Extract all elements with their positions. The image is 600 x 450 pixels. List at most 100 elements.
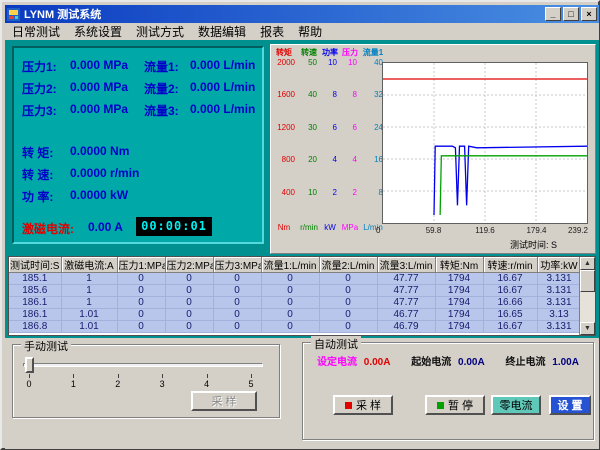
table-cell: 0 (165, 297, 213, 309)
window-title: LYNM 测试系统 (24, 6, 101, 22)
excitation-current-label: 激磁电流: (22, 220, 74, 237)
table-cell: 0 (117, 297, 165, 309)
chart-axis-gutter: 转矩200016001200800400Nm转速5040302010r/min功… (270, 46, 382, 246)
table-row[interactable]: 186.110000047.77179416.663.131 (9, 297, 581, 309)
title-bar[interactable]: LYNM 测试系统 _ □ × (5, 5, 599, 23)
manual-sample-button[interactable]: 采 样 (191, 391, 257, 411)
table-cell: 16.65 (483, 309, 537, 321)
data-table: 测试时间:S激磁电流:A压力1:MPa压力2:MPa压力3:MPa流量1:L/m… (8, 256, 596, 336)
torque-label: 转 矩: (22, 144, 53, 161)
flow3-label: 流量3: (144, 102, 179, 119)
start-current-value: 0.00A (458, 357, 485, 368)
table-cell: 185.6 (9, 285, 61, 297)
readout-row: 激磁电流: 0.00 A 00:00:01 (14, 220, 262, 236)
pressure3-label: 压力3: (22, 102, 57, 119)
table-row[interactable]: 185.110000047.77179416.673.131 (9, 273, 581, 285)
scroll-down-button[interactable]: ▼ (580, 322, 595, 335)
grid-header-cell[interactable]: 转速:r/min (483, 257, 537, 273)
grid-header-cell[interactable]: 流量3:L/min (377, 257, 435, 273)
table-cell: 0 (165, 321, 213, 333)
app-icon (7, 8, 20, 21)
table-scrollbar[interactable]: ▲ ▼ (579, 257, 595, 335)
auto-test-title: 自动测试 (311, 336, 361, 352)
table-cell: 16.67 (483, 285, 537, 297)
close-button[interactable]: × (581, 7, 597, 21)
elapsed-timer: 00:00:01 (136, 217, 212, 236)
app-window: LYNM 测试系统 _ □ × 日常测试系统设置测试方式数据编辑报表帮助 压力1… (0, 0, 600, 450)
axis-tick-label: 4 (340, 155, 357, 164)
set-current-value: 0.00A (364, 357, 391, 368)
flow2-value: 0.000 L/min (190, 80, 255, 94)
table-cell: 3.131 (537, 285, 581, 297)
speed-label: 转 速: (22, 166, 53, 183)
axis-name: 转速 (298, 47, 320, 58)
x-tick-label: 239.2 (568, 226, 588, 235)
slider-thumb[interactable] (25, 357, 34, 373)
table-cell: 16.66 (483, 297, 537, 309)
x-axis-title: 测试时间: S (510, 238, 557, 251)
pressure3-value: 0.000 MPa (70, 102, 128, 116)
menu-item[interactable]: 系统设置 (67, 23, 129, 40)
table-row[interactable]: 185.610000047.77179416.673.131 (9, 285, 581, 297)
grid-header-cell[interactable]: 功率:kW (537, 257, 581, 273)
table-row[interactable]: 186.11.010000046.77179416.653.13 (9, 309, 581, 321)
pressure2-value: 0.000 MPa (70, 80, 128, 94)
menu-item[interactable]: 日常测试 (5, 23, 67, 40)
excitation-current-value: 0.00 A (88, 220, 123, 234)
slider-tick (162, 374, 163, 378)
red-indicator (345, 402, 352, 409)
menu-item[interactable]: 数据编辑 (191, 23, 253, 40)
grid-header-cell[interactable]: 测试时间:S (9, 257, 61, 273)
manual-test-title: 手动测试 (21, 338, 71, 354)
current-settings: 设定电流 0.00A 起始电流 0.00A 终止电流 1.00A (317, 353, 583, 368)
table-cell: 0 (261, 273, 319, 285)
axis-tick-label: 32 (360, 90, 383, 99)
bottom-panel: 手动测试 012345 采 样 自动测试 设定电流 0.00A 起始电流 0.0… (5, 338, 599, 449)
grid-header-cell[interactable]: 转矩:Nm (435, 257, 483, 273)
axis-tick-label: 10 (340, 58, 357, 67)
start-current-label: 起始电流 (411, 357, 451, 368)
current-slider[interactable]: 012345 (23, 357, 263, 391)
axis-tick-label: 8 (360, 188, 383, 197)
slider-tick-label: 4 (204, 379, 209, 389)
minimize-button[interactable]: _ (545, 7, 561, 21)
axis-name: 流量1 (360, 47, 386, 58)
pressure1-label: 压力1: (22, 58, 57, 75)
slider-track[interactable] (23, 363, 263, 367)
axis-tick-label: 2000 (270, 58, 295, 67)
axis-tick-label: 20 (298, 155, 317, 164)
window-controls: _ □ × (543, 7, 597, 21)
grid-header-cell[interactable]: 压力1:MPa (117, 257, 165, 273)
grid-header-cell[interactable]: 流量1:L/min (261, 257, 319, 273)
menu-item[interactable]: 帮助 (291, 23, 329, 40)
grid-header-cell[interactable]: 流量2:L/min (319, 257, 377, 273)
auto-sample-button[interactable]: 采 样 (333, 395, 393, 415)
grid-header-cell[interactable]: 压力3:MPa (213, 257, 261, 273)
scroll-up-button[interactable]: ▲ (580, 257, 595, 270)
grid-header-row: 测试时间:S激磁电流:A压力1:MPa压力2:MPa压力3:MPa流量1:L/m… (9, 257, 581, 273)
end-current-label: 终止电流 (506, 357, 546, 368)
axis-tick-label: 1200 (270, 123, 295, 132)
grid-header-cell[interactable]: 激磁电流:A (61, 257, 117, 273)
zero-current-button[interactable]: 零电流 (491, 395, 541, 415)
axis-tick-label: 24 (360, 123, 383, 132)
table-cell: 185.1 (9, 273, 61, 285)
setup-button[interactable]: 设 置 (549, 395, 591, 415)
slider-tick (207, 374, 208, 378)
pause-button[interactable]: 暂 停 (425, 395, 485, 415)
scroll-thumb[interactable] (580, 270, 595, 292)
menu-item[interactable]: 测试方式 (129, 23, 191, 40)
axis-tick-label: 16 (360, 155, 383, 164)
x-tick-label: 119.6 (475, 226, 494, 235)
table-cell: 16.67 (483, 273, 537, 285)
axis-tick-label: 400 (270, 188, 295, 197)
maximize-button[interactable]: □ (563, 7, 579, 21)
table-cell: 1 (61, 285, 117, 297)
end-current-value: 1.00A (552, 357, 579, 368)
slider-tick (29, 374, 30, 378)
table-cell: 0 (213, 273, 261, 285)
power-line (434, 146, 587, 215)
table-row[interactable]: 186.81.010000046.79179416.673.131 (9, 321, 581, 333)
menu-item[interactable]: 报表 (253, 23, 291, 40)
grid-header-cell[interactable]: 压力2:MPa (165, 257, 213, 273)
